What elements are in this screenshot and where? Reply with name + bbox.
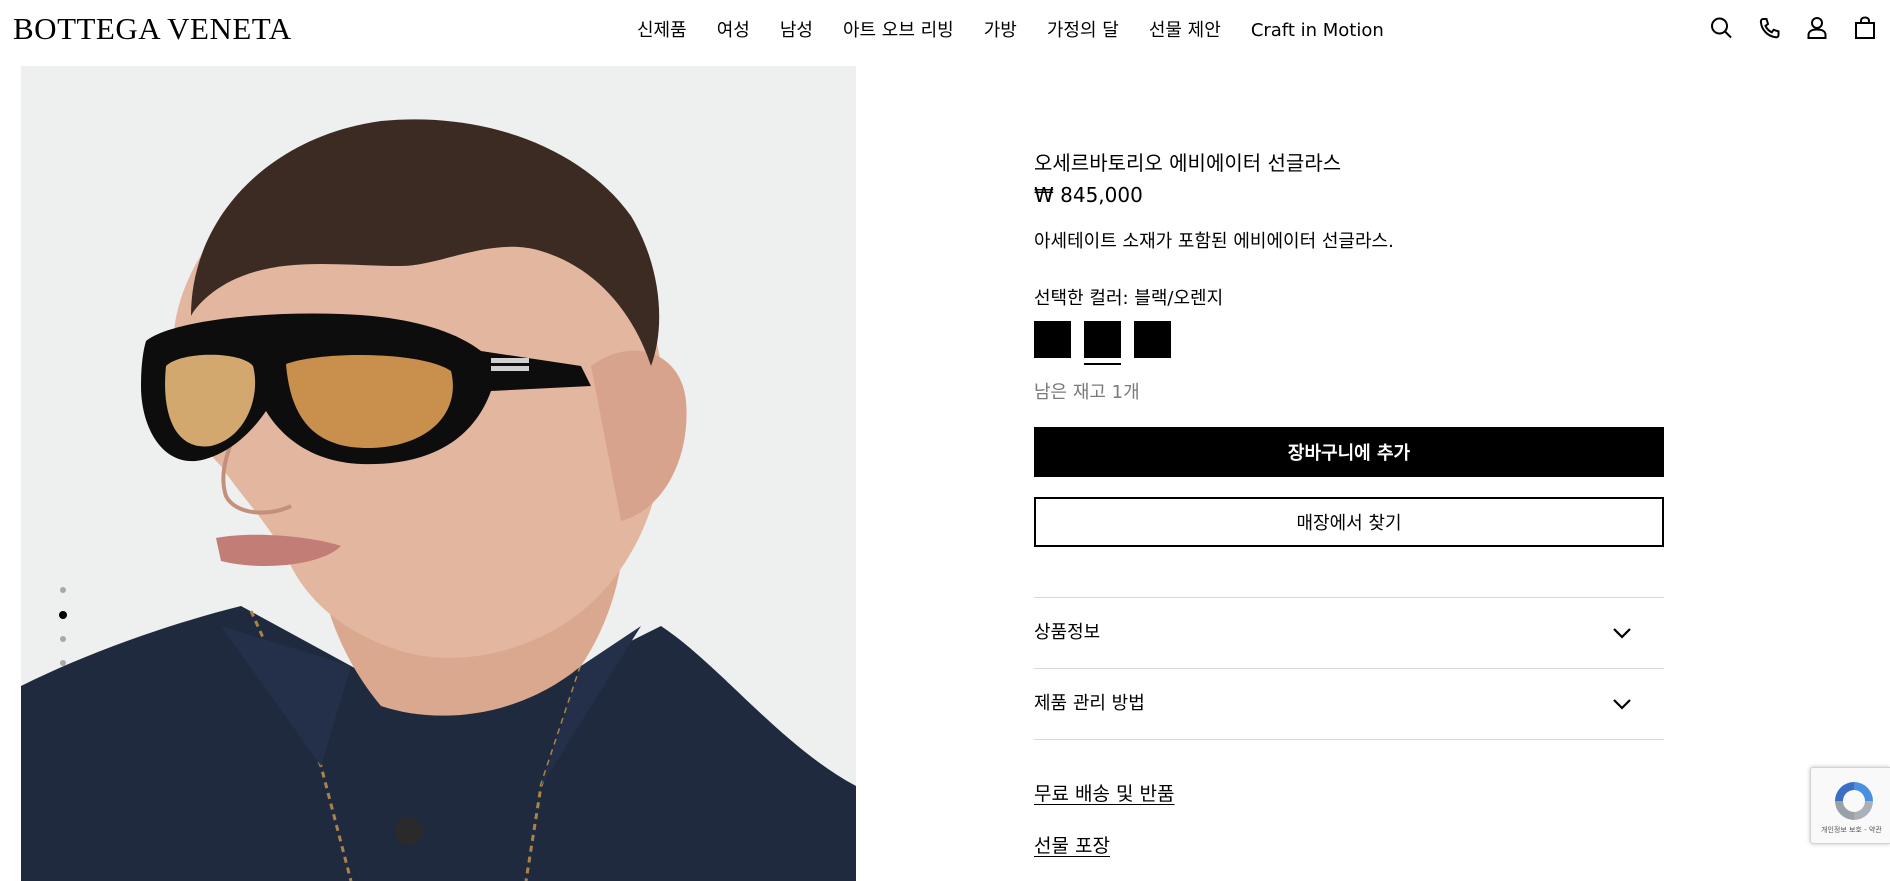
nav-item-bags[interactable]: 가방 [984,17,1017,45]
nav-item-family-month[interactable]: 가정의 달 [1047,17,1119,45]
nav-item-women[interactable]: 여성 [717,17,750,45]
brand-logo[interactable]: BOTTEGA VENETA [13,10,292,48]
swatch-wrapper [1134,321,1171,358]
shopping-bag-icon[interactable] [1854,16,1876,40]
gift-wrap-link[interactable]: 선물 포장 [1034,832,1110,860]
nav-item-craft-in-motion[interactable]: Craft in Motion [1251,17,1384,45]
gallery-dot-active[interactable] [59,611,67,619]
accordion-care-instructions[interactable]: 제품 관리 방법 [1034,669,1664,740]
product-accordion: 상품정보 제품 관리 방법 [1034,597,1664,740]
add-to-cart-button[interactable]: 장바구니에 추가 [1034,427,1664,477]
swatch-wrapper-selected [1084,321,1121,365]
chevron-down-icon [1613,628,1631,639]
free-shipping-returns-link[interactable]: 무료 배송 및 반품 [1034,780,1174,808]
product-image[interactable] [21,66,856,881]
search-icon[interactable] [1710,16,1732,40]
header-actions [1710,16,1876,40]
selected-color-label: 선택한 컬러: 블랙/오렌지 [1034,288,1224,309]
nav-item-gifts[interactable]: 선물 제안 [1149,17,1221,45]
gallery-dot[interactable] [60,660,66,666]
stock-status: 남은 재고 1개 [1034,382,1140,403]
product-title: 오세르바토리오 에비에이터 선글라스 [1034,151,1342,175]
recaptcha-badge[interactable]: 개인정보 보호 - 약관 [1810,767,1890,844]
color-swatches [1034,321,1171,365]
color-swatch[interactable] [1134,321,1171,358]
accordion-product-info[interactable]: 상품정보 [1034,598,1664,669]
color-swatch-selected[interactable] [1084,321,1121,358]
nav-item-men[interactable]: 남성 [780,17,813,45]
product-photo [21,119,856,881]
recaptcha-text: 개인정보 보호 - 약관 [1821,826,1882,834]
product-price: ₩ 845,000 [1034,183,1143,207]
main-nav: 신제품 여성 남성 아트 오브 리빙 가방 가정의 달 선물 제안 Craft … [637,17,1384,45]
color-swatch[interactable] [1034,321,1071,358]
product-description: 아세테이트 소재가 포함된 에비에이터 선글라스. [1034,231,1394,252]
swatch-wrapper [1034,321,1071,358]
site-header: BOTTEGA VENETA 신제품 여성 남성 아트 오브 리빙 가방 가정의… [0,0,1890,66]
recaptcha-icon [1835,782,1873,820]
nav-item-art-of-living[interactable]: 아트 오브 리빙 [843,17,954,45]
phone-icon[interactable] [1758,16,1780,40]
gallery-dot[interactable] [60,636,66,642]
account-icon[interactable] [1806,16,1828,40]
chevron-down-icon [1613,699,1631,710]
nav-item-new[interactable]: 신제품 [637,17,687,45]
find-in-store-button[interactable]: 매장에서 찾기 [1034,497,1664,547]
accordion-label: 제품 관리 방법 [1034,693,1145,714]
gallery-dot[interactable] [60,587,66,593]
accordion-label: 상품정보 [1034,622,1101,643]
